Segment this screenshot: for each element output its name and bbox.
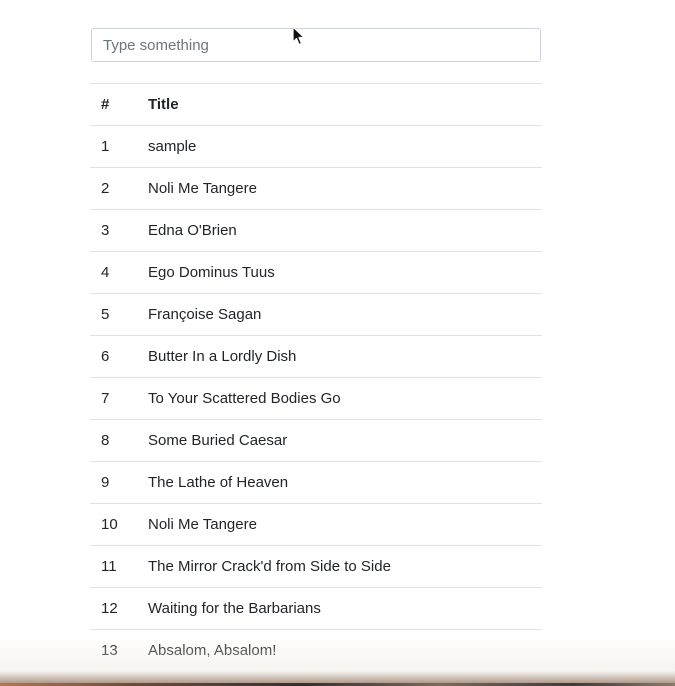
row-title: Butter In a Lordly Dish [137, 335, 542, 378]
row-number: 4 [90, 251, 137, 294]
table-header: # Title [90, 83, 542, 126]
column-header-number[interactable]: # [90, 83, 137, 126]
table-header-row: # Title [90, 83, 542, 126]
main-container: # Title 1 sample 2 Noli Me Tangere 3 Edn… [90, 28, 542, 671]
search-input[interactable] [91, 28, 541, 62]
table-row[interactable]: 6 Butter In a Lordly Dish [90, 335, 542, 378]
row-title: Ego Dominus Tuus [137, 251, 542, 294]
row-title: Edna O'Brien [137, 209, 542, 252]
table-row[interactable]: 7 To Your Scattered Bodies Go [90, 377, 542, 420]
table-row[interactable]: 5 Françoise Sagan [90, 293, 542, 336]
column-header-title[interactable]: Title [137, 83, 542, 126]
row-number: 13 [90, 629, 137, 671]
row-title: Noli Me Tangere [137, 503, 542, 546]
row-number: 3 [90, 209, 137, 252]
table-row[interactable]: 9 The Lathe of Heaven [90, 461, 542, 504]
table-body: 1 sample 2 Noli Me Tangere 3 Edna O'Brie… [90, 125, 542, 671]
row-title: The Lathe of Heaven [137, 461, 542, 504]
table-row[interactable]: 2 Noli Me Tangere [90, 167, 542, 210]
row-title: sample [137, 125, 542, 168]
row-title: Noli Me Tangere [137, 167, 542, 210]
titles-table: # Title 1 sample 2 Noli Me Tangere 3 Edn… [90, 83, 542, 671]
table-row[interactable]: 3 Edna O'Brien [90, 209, 542, 252]
row-title: To Your Scattered Bodies Go [137, 377, 542, 420]
table-row[interactable]: 11 The Mirror Crack'd from Side to Side [90, 545, 542, 588]
row-number: 8 [90, 419, 137, 462]
table-row[interactable]: 13 Absalom, Absalom! [90, 629, 542, 671]
table-row[interactable]: 4 Ego Dominus Tuus [90, 251, 542, 294]
table-row[interactable]: 12 Waiting for the Barbarians [90, 587, 542, 630]
table-row[interactable]: 1 sample [90, 125, 542, 168]
row-title: Françoise Sagan [137, 293, 542, 336]
row-number: 5 [90, 293, 137, 336]
row-number: 10 [90, 503, 137, 546]
row-title: Waiting for the Barbarians [137, 587, 542, 630]
table-row[interactable]: 10 Noli Me Tangere [90, 503, 542, 546]
row-number: 11 [90, 545, 137, 588]
row-title: The Mirror Crack'd from Side to Side [137, 545, 542, 588]
row-number: 9 [90, 461, 137, 504]
row-title: Absalom, Absalom! [137, 629, 542, 671]
row-title: Some Buried Caesar [137, 419, 542, 462]
row-number: 6 [90, 335, 137, 378]
row-number: 12 [90, 587, 137, 630]
row-number: 7 [90, 377, 137, 420]
table-row[interactable]: 8 Some Buried Caesar [90, 419, 542, 462]
row-number: 1 [90, 125, 137, 168]
row-number: 2 [90, 167, 137, 210]
